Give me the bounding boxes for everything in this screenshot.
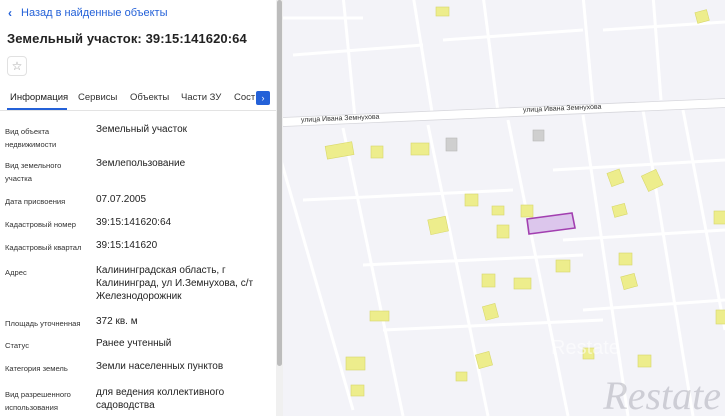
- scrollbar-thumb[interactable]: [277, 0, 282, 366]
- cadastral-map-app: ‹ Назад в найденные объекты Земельный уч…: [0, 0, 725, 416]
- page-title: Земельный участок: 39:15:141620:64: [7, 31, 247, 46]
- info-label: Вид земельного участка: [5, 161, 62, 183]
- tab-parcel-parts[interactable]: Части ЗУ: [181, 92, 221, 103]
- info-value: Земли населенных пунктов: [96, 361, 224, 372]
- chevron-right-icon: ›: [261, 93, 265, 103]
- info-label: Кадастровый квартал: [5, 243, 82, 252]
- star-outline-icon: ☆: [11, 59, 23, 73]
- chevron-left-icon: ‹: [8, 6, 12, 20]
- info-label: Адрес: [5, 268, 27, 277]
- info-value: 07.07.2005: [96, 194, 147, 205]
- info-value: 39:15:141620:64: [96, 217, 172, 228]
- tabs-scroll-right-button[interactable]: ›: [256, 91, 270, 105]
- info-value: Калининградская область, г Калининград, …: [96, 265, 254, 302]
- info-value: для ведения коллективного садоводства: [96, 387, 225, 411]
- tab-objects[interactable]: Объекты: [130, 92, 169, 103]
- map-canvas[interactable]: улица Ивана Земнухова улица Ивана Земнух…: [283, 0, 725, 416]
- back-to-results-link[interactable]: ‹ Назад в найденные объекты: [8, 7, 168, 19]
- active-tab-indicator: [7, 108, 67, 110]
- map-view[interactable]: улица Ивана Земнухова улица Ивана Земнух…: [283, 0, 725, 416]
- panel-scrollbar[interactable]: [276, 0, 283, 416]
- info-label: Площадь уточненная: [5, 319, 81, 328]
- watermark-logo: Restate: [603, 373, 721, 416]
- info-value: 39:15:141620: [96, 240, 158, 251]
- map-watermark-faint: Restate: [551, 337, 620, 359]
- favorite-button[interactable]: ☆: [7, 56, 27, 76]
- info-label: Вид разрешенного использования: [5, 390, 71, 412]
- tab-services[interactable]: Сервисы: [78, 92, 117, 103]
- info-value: Земельный участок: [96, 124, 188, 135]
- info-label: Статус: [5, 341, 30, 350]
- info-label: Вид объекта недвижимости: [5, 127, 57, 149]
- object-info-panel: ‹ Назад в найденные объекты Земельный уч…: [0, 0, 276, 416]
- info-value: Ранее учтенный: [96, 338, 172, 349]
- tab-bar: Информация Сервисы Объекты Части ЗУ Сост: [0, 86, 276, 111]
- back-to-results-label: Назад в найденные объекты: [21, 7, 168, 19]
- tab-composition[interactable]: Сост: [234, 92, 255, 103]
- info-label: Дата присвоения: [5, 197, 66, 206]
- info-value: Землепользование: [96, 158, 186, 169]
- info-value: 372 кв. м: [96, 316, 138, 327]
- info-label: Категория земель: [5, 364, 68, 373]
- tab-info[interactable]: Информация: [10, 92, 68, 103]
- info-label: Кадастровый номер: [5, 220, 76, 229]
